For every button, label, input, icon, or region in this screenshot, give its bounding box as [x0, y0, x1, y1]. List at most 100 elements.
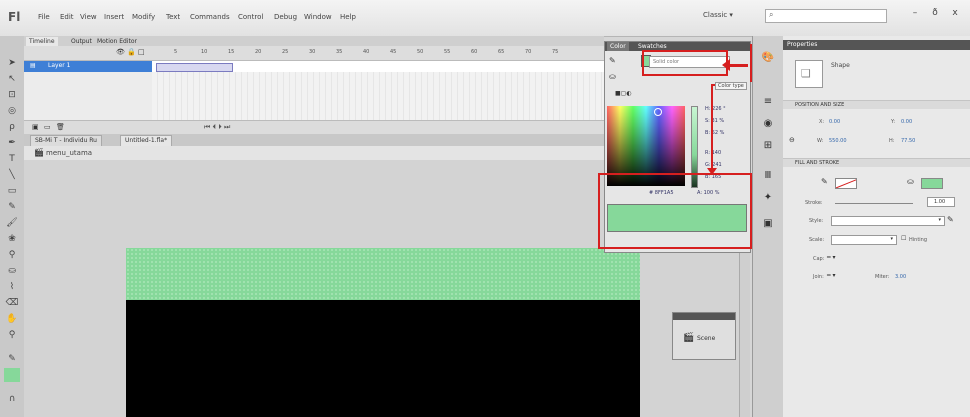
- brightness-value[interactable]: B: 52 %: [705, 130, 724, 136]
- stage-canvas[interactable]: [126, 300, 640, 417]
- lock-icon[interactable]: 🔒: [127, 48, 136, 56]
- x-value[interactable]: 0.00: [829, 119, 840, 125]
- deco-tool-icon[interactable]: ❀: [4, 232, 20, 246]
- text-tool-icon[interactable]: T: [4, 152, 20, 166]
- menu-window[interactable]: Window: [304, 13, 332, 21]
- tab-document-1[interactable]: SB-Mi T - Individu Ru: [30, 135, 102, 146]
- menu-insert[interactable]: Insert: [104, 13, 124, 21]
- menu-commands[interactable]: Commands: [190, 13, 230, 21]
- stroke-slider[interactable]: [835, 203, 913, 204]
- free-transform-icon[interactable]: ⊡: [4, 88, 20, 102]
- saturation-value[interactable]: S: 31 %: [705, 118, 724, 124]
- new-layer-icon[interactable]: ▣: [32, 123, 39, 131]
- menu-debug[interactable]: Debug: [274, 13, 297, 21]
- join-dropdown-icon[interactable]: ═ ▾: [827, 272, 836, 279]
- scene-panel-label[interactable]: Scene: [697, 335, 715, 342]
- menu-view[interactable]: View: [80, 13, 97, 21]
- hinting-label: Hinting: [909, 237, 928, 243]
- menu-edit[interactable]: Edit: [60, 13, 74, 21]
- scene-panel: 🎬 Scene: [672, 312, 736, 360]
- subselection-tool-icon[interactable]: ↖: [4, 72, 20, 86]
- layer-selection[interactable]: ▤ Layer 1: [24, 61, 152, 72]
- playback-controls-icon[interactable]: ⏮ ⏴ ⏵ ⏭: [204, 123, 230, 132]
- tab-motion-editor[interactable]: Motion Editor: [94, 37, 140, 46]
- color-panel-icon[interactable]: 🎨: [761, 52, 775, 64]
- frame-number: 65: [498, 49, 505, 55]
- library-panel-icon[interactable]: Ⅲ: [761, 170, 775, 182]
- workspace-switcher[interactable]: Classic ▾: [703, 11, 733, 19]
- tab-timeline[interactable]: Timeline: [26, 37, 58, 46]
- menu-text[interactable]: Text: [166, 13, 180, 21]
- no-color-slash: [836, 179, 856, 188]
- fill-color-swatch-props[interactable]: [921, 178, 943, 189]
- h-value[interactable]: 77.50: [901, 138, 915, 144]
- link-dimensions-icon[interactable]: ⊖: [789, 136, 795, 144]
- frame-grid[interactable]: [152, 72, 604, 120]
- stroke-style-dropdown[interactable]: ▾: [831, 216, 945, 226]
- section-position-size[interactable]: POSITION AND SIZE: [783, 100, 970, 109]
- layer-row[interactable]: ▤ Layer 1: [24, 61, 604, 72]
- green-shape[interactable]: [126, 248, 640, 300]
- tab-color[interactable]: Color: [607, 42, 629, 51]
- minimize-button[interactable]: –: [906, 8, 924, 22]
- swap-colors-icon[interactable]: ■▢◐: [615, 90, 632, 97]
- pen-tool-icon[interactable]: ✒: [4, 136, 20, 150]
- w-value[interactable]: 550.00: [829, 138, 847, 144]
- red-value[interactable]: R: 140: [705, 150, 721, 156]
- eye-icon[interactable]: 👁: [116, 48, 125, 56]
- miter-value[interactable]: 3.00: [895, 274, 906, 280]
- new-folder-icon[interactable]: ▭: [44, 123, 51, 131]
- stroke-pencil-icon[interactable]: ✎: [609, 56, 616, 65]
- menu-file[interactable]: File: [38, 13, 50, 21]
- help-search-input[interactable]: ⌕: [765, 9, 887, 23]
- scene-name[interactable]: menu_utama: [46, 149, 92, 157]
- color-picker-cursor[interactable]: [654, 108, 662, 116]
- delete-layer-icon[interactable]: 🗑: [56, 123, 65, 131]
- pencil-tool-icon[interactable]: ✎: [4, 200, 20, 214]
- section-fill-stroke[interactable]: FILL AND STROKE: [783, 158, 970, 167]
- components-panel-icon[interactable]: ▣: [761, 218, 775, 230]
- hinting-checkbox[interactable]: ☐: [901, 235, 906, 242]
- style-label: Style:: [809, 218, 824, 224]
- lasso-tool-icon[interactable]: ρ: [4, 120, 20, 134]
- selected-frames[interactable]: [156, 63, 233, 72]
- eyedropper-icon[interactable]: ⌇: [4, 280, 20, 294]
- stroke-color-icon[interactable]: ✎: [4, 352, 20, 366]
- tab-document-2[interactable]: Untitled-1.fla*: [120, 135, 173, 146]
- fill-color-icon[interactable]: [4, 368, 20, 382]
- scale-dropdown[interactable]: ▾: [831, 235, 897, 245]
- rectangle-tool-icon[interactable]: ▭: [4, 184, 20, 198]
- tab-output[interactable]: Output: [68, 37, 95, 46]
- line-tool-icon[interactable]: ╲: [4, 168, 20, 182]
- hand-tool-icon[interactable]: ✋: [4, 312, 20, 326]
- bone-tool-icon[interactable]: ⚲: [4, 248, 20, 262]
- stroke-color-swatch[interactable]: [835, 178, 857, 189]
- scene-panel-titlebar[interactable]: [673, 313, 735, 320]
- zoom-tool-icon[interactable]: ⚲: [4, 328, 20, 342]
- 3d-rotation-icon[interactable]: ◎: [4, 104, 20, 118]
- edit-stroke-style-icon[interactable]: ✎: [947, 215, 954, 224]
- cap-dropdown-icon[interactable]: ━ ▾: [827, 254, 836, 261]
- outline-icon[interactable]: □: [138, 48, 145, 56]
- brush-tool-icon[interactable]: 🖌: [4, 216, 20, 230]
- close-button[interactable]: x: [946, 8, 964, 22]
- scene-panel-icon[interactable]: 🎬: [683, 333, 694, 343]
- fill-bucket-icon[interactable]: ⛀: [609, 72, 616, 81]
- menu-control[interactable]: Control: [238, 13, 263, 21]
- align-panel-icon[interactable]: ≡: [761, 96, 775, 108]
- layer-name[interactable]: Layer 1: [48, 62, 70, 69]
- paint-bucket-icon[interactable]: ⛀: [4, 264, 20, 278]
- menu-help[interactable]: Help: [340, 13, 356, 21]
- hue-value[interactable]: H: 226 °: [705, 106, 726, 112]
- transform-panel-icon[interactable]: ⊞: [761, 140, 775, 152]
- selection-tool-icon[interactable]: ➤: [4, 56, 20, 70]
- tab-properties[interactable]: Properties: [787, 40, 817, 50]
- stroke-value-field[interactable]: 1.00: [927, 197, 955, 207]
- menu-modify[interactable]: Modify: [132, 13, 155, 21]
- snap-icon[interactable]: ∩: [4, 392, 20, 406]
- eraser-tool-icon[interactable]: ⌫: [4, 296, 20, 310]
- info-panel-icon[interactable]: ◉: [761, 118, 775, 130]
- restore-button[interactable]: ð: [926, 8, 944, 22]
- y-value[interactable]: 0.00: [901, 119, 912, 125]
- motion-presets-icon[interactable]: ✦: [761, 192, 775, 204]
